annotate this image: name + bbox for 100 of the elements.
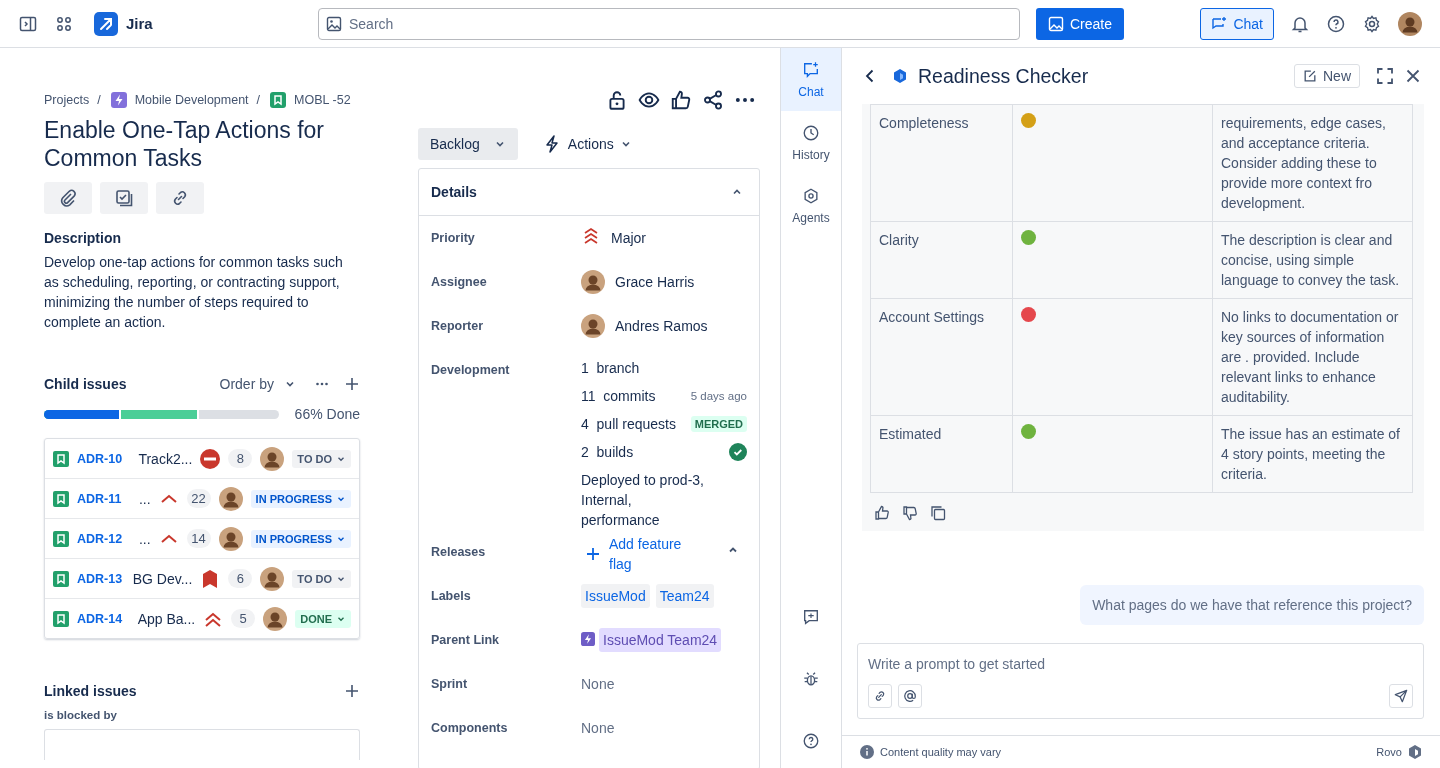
bug-icon[interactable] <box>802 670 820 688</box>
brand-name: Rovo <box>1376 746 1402 758</box>
new-chat-button[interactable]: New <box>1294 64 1360 88</box>
development-link[interactable]: 11 commits <box>581 384 685 408</box>
details-heading: Details <box>431 184 477 200</box>
disclaimer-text: Content quality may vary <box>880 746 1002 758</box>
settings-icon[interactable] <box>1362 13 1382 34</box>
deployment-text: Deployed to prod-3, Internal, performance <box>581 471 705 530</box>
bookmark-icon <box>53 450 69 467</box>
bookmark-icon <box>270 92 287 108</box>
field-label: Priority <box>431 230 476 247</box>
count-badge: 6 <box>228 569 253 588</box>
merged-lozenge: MERGED <box>690 416 747 432</box>
label-tag[interactable]: Team24 <box>655 584 714 608</box>
status-dropdown[interactable]: TO DO <box>292 449 351 468</box>
criterion-label: Estimated <box>879 426 942 442</box>
issue-key-link[interactable]: ADR-11 <box>77 491 131 506</box>
avatar <box>260 446 285 471</box>
breadcrumb-link[interactable]: Mobile Development <box>134 93 249 107</box>
status-dropdown[interactable]: TO DO <box>292 569 351 588</box>
issue-key-link[interactable]: ADR-12 <box>77 531 131 546</box>
progress-label: 66% Done <box>294 406 360 422</box>
issue-title: Enable One-Tap Actions for Common Tasks <box>44 116 325 172</box>
breadcrumb-link[interactable]: MOBL -52 <box>294 93 351 107</box>
assessment-text: The issue has an estimate of 4 story points, meeting the criteria. <box>1221 426 1400 482</box>
development-link[interactable]: 1 branch <box>581 356 747 380</box>
help-icon[interactable] <box>802 732 820 750</box>
order-by-button[interactable]: Order by <box>219 376 296 392</box>
field-label: Development <box>431 362 511 379</box>
add-feature-flag-button[interactable]: Add feature flag <box>585 534 703 574</box>
thumbs-up-icon[interactable] <box>670 89 692 111</box>
avatar <box>260 566 285 591</box>
issue-key-link[interactable]: ADR-10 <box>77 451 131 466</box>
add-icon[interactable] <box>344 376 360 392</box>
breadcrumb-separator: / <box>256 93 261 107</box>
bookmark-icon <box>53 530 69 547</box>
at-sign-icon <box>903 689 917 703</box>
issue-summary: BG Dev... <box>132 570 193 587</box>
attach-button[interactable] <box>44 182 92 214</box>
mention-button[interactable] <box>898 684 922 708</box>
bookmark-icon <box>53 490 69 507</box>
label-tag[interactable]: IssueMod <box>581 584 650 608</box>
status-dropdown[interactable]: IN PROGRESS <box>250 489 351 508</box>
actions-button[interactable]: Actions <box>533 128 640 160</box>
development-link[interactable]: 4 pull requests <box>581 412 685 436</box>
send-icon <box>1394 689 1408 703</box>
assessment-text: requirements, edge cases, and acceptance criteria. Consider adding these to provide more context fro development. <box>1221 115 1386 211</box>
chat-button[interactable]: Chat <box>1200 7 1274 40</box>
checklist-button[interactable] <box>100 182 148 214</box>
rail-tab[interactable]: Chat <box>781 48 841 111</box>
search-field[interactable]: Search <box>318 7 1020 40</box>
fullscreen-icon[interactable] <box>1376 67 1394 85</box>
bookmark-icon <box>53 610 69 627</box>
thumbs-up-icon[interactable] <box>874 505 890 521</box>
assessment-text: The description is clear and concise, using simple language to convey the task. <box>1221 232 1400 288</box>
parent-link[interactable]: IssueMod Team24 <box>599 628 722 652</box>
avatar <box>581 270 605 294</box>
add-icon[interactable] <box>344 683 360 699</box>
count-badge: 5 <box>231 609 256 628</box>
copy-icon[interactable] <box>930 505 946 521</box>
close-icon[interactable] <box>1404 67 1422 85</box>
field-label: Components <box>431 720 509 737</box>
link-button[interactable] <box>156 182 204 214</box>
user-name: Grace Harris <box>615 273 695 292</box>
thumbs-down-icon[interactable] <box>902 505 918 521</box>
field-value: None <box>581 719 615 738</box>
field-value: None <box>581 675 615 694</box>
send-button[interactable] <box>1389 684 1413 708</box>
paperclip-icon <box>58 188 78 208</box>
avatar[interactable] <box>1398 11 1422 36</box>
rail-tab[interactable]: Agents <box>781 174 841 237</box>
link-button[interactable] <box>868 684 892 708</box>
status-dropdown[interactable]: DONE <box>295 609 351 628</box>
issue-key-link[interactable]: ADR-13 <box>77 571 125 586</box>
lightning-icon <box>581 632 595 646</box>
description-heading: Description <box>44 230 122 246</box>
share-icon[interactable] <box>702 89 724 111</box>
lock-icon[interactable] <box>606 89 628 111</box>
avatar <box>218 486 243 511</box>
linked-issues-heading: Linked issues <box>44 683 138 699</box>
link-icon <box>873 689 887 703</box>
jira-logo-icon[interactable] <box>94 11 118 36</box>
breadcrumb-link[interactable]: Projects <box>44 93 90 107</box>
issue-summary: ... <box>138 530 151 547</box>
criterion-label: Clarity <box>879 232 919 248</box>
edit-icon <box>1303 69 1317 83</box>
feedback-icon[interactable] <box>802 608 820 626</box>
status-dropdown[interactable]: IN PROGRESS <box>250 529 351 548</box>
create-button[interactable]: Create <box>1036 7 1125 40</box>
rail-tab[interactable]: History <box>781 111 841 174</box>
plus-icon <box>585 546 601 562</box>
image-icon <box>326 15 342 32</box>
issue-summary: ... <box>138 490 151 507</box>
count-badge: 8 <box>228 449 253 468</box>
field-label: Releases <box>431 544 487 561</box>
development-link[interactable]: 2 builds <box>581 440 723 464</box>
issue-key-link[interactable]: ADR-14 <box>77 611 130 626</box>
child-issues-heading: Child issues <box>44 376 128 392</box>
help-icon[interactable] <box>1326 13 1346 34</box>
status-button[interactable]: Backlog <box>418 128 518 160</box>
